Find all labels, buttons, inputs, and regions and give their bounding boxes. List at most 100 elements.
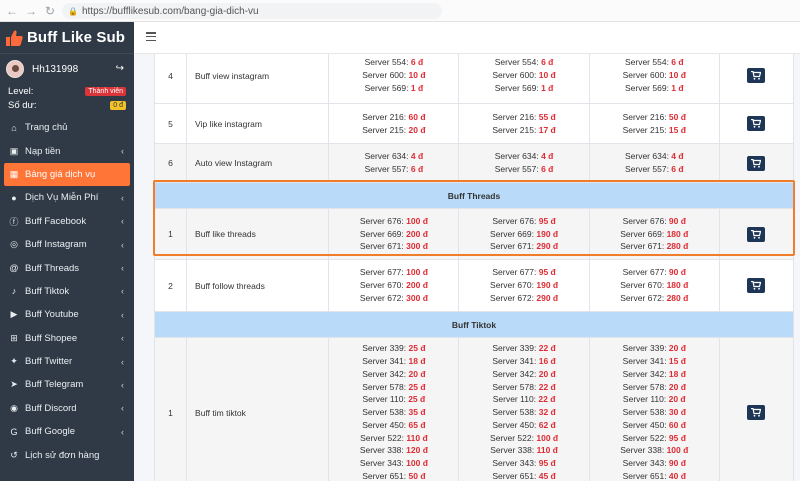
sidebar-item[interactable]: @ Buff Threads ‹ (0, 256, 134, 279)
price-line: Server 677: 95 đ (492, 267, 556, 278)
price-value: 200 đ (406, 280, 428, 291)
history-icon: ↺ (10, 449, 18, 460)
price-line: Server 600: 10 đ (362, 70, 426, 81)
price-line: Server 216: 55 đ (492, 111, 556, 122)
sidebar-item[interactable]: ⌂ Trang chủ (0, 116, 134, 139)
service-name: Buff like threads (186, 208, 330, 260)
price-value: 35 đ (408, 407, 426, 418)
sidebar-item[interactable]: G Buff Google ‹ (0, 420, 134, 443)
section-header-row: Buff Threads (154, 182, 794, 209)
server-label: Server 651 (362, 471, 404, 481)
server-label: Server 578 (492, 381, 534, 392)
discord-icon: ◉ (10, 402, 18, 413)
sidebar-item-label: Bảng giá dịch vụ (25, 168, 96, 180)
price-line: Server 215: 15 đ (622, 124, 686, 135)
price-line: Server 338: 120 đ (359, 445, 428, 456)
chevron-left-icon: ‹ (121, 146, 124, 157)
price-value: 18 đ (668, 368, 686, 379)
server-label: Server 554 (624, 57, 667, 68)
forward-icon[interactable]: → (24, 4, 38, 18)
logout-icon[interactable]: ↪ (116, 63, 124, 74)
server-label: Server 677 (492, 267, 534, 278)
sidebar-item[interactable]: ▣ Nạp tiền ‹ (0, 139, 134, 162)
address-bar[interactable]: 🔒 https://bufflikesub.com/bang-gia-dich-… (62, 3, 442, 19)
brand[interactable]: Buff Like Sub (0, 22, 134, 54)
chevron-left-icon: ‹ (121, 379, 124, 390)
price-line: Server 342: 20 đ (492, 368, 556, 379)
sidebar-item[interactable]: ♪ Buff Tiktok ‹ (0, 280, 134, 303)
server-label: Server 538 (362, 407, 404, 418)
price-value: 17 đ (538, 124, 556, 135)
chevron-left-icon: ‹ (121, 216, 124, 227)
server-label: Server 569 (364, 82, 407, 93)
price-cell: Server 677: 100 đ Server 670: 200 đ Server… (328, 259, 460, 312)
price-line: Server 522: 110 đ (360, 432, 428, 443)
price-value: 65 đ (408, 419, 426, 430)
cart-icon[interactable] (747, 226, 766, 242)
avatar[interactable] (6, 60, 24, 78)
row-index: 1 (153, 208, 188, 260)
price-line: Server 578: 20 đ (622, 381, 686, 392)
balance-label: Số dư: (8, 99, 37, 111)
price-line: Server 677: 90 đ (622, 267, 686, 278)
server-label: Server 554 (364, 57, 407, 68)
hamburger-menu-icon[interactable] (146, 32, 156, 41)
server-label: Server 669 (620, 228, 662, 239)
price-line: Server 341: 16 đ (492, 355, 556, 366)
level-row: Level: Thành viên (0, 84, 134, 98)
reload-icon[interactable]: ↻ (43, 4, 57, 18)
sidebar-item[interactable]: ▶ Buff Youtube ‹ (0, 303, 134, 326)
chevron-left-icon: ‹ (121, 286, 124, 297)
server-label: Server 676 (359, 215, 402, 226)
price-value: 6 đ (671, 164, 684, 174)
sidebar-item[interactable]: ↺ Lịch sử đơn hàng (0, 443, 134, 466)
server-label: Server 342 (622, 368, 665, 379)
sidebar-item[interactable]: ◉ Buff Discord ‹ (0, 397, 134, 420)
chevron-left-icon: ‹ (121, 333, 124, 344)
browser-toolbar: ← → ↻ 🔒 https://bufflikesub.com/bang-gia… (0, 0, 800, 22)
cart-icon[interactable] (747, 68, 766, 83)
server-label: Server 538 (492, 407, 534, 418)
price-line: Server 557: 6 đ (624, 164, 684, 174)
price-line: Server 522: 100 đ (490, 432, 559, 443)
server-label: Server 669 (359, 228, 402, 239)
sidebar-item[interactable]: ▦ Bảng giá dịch vụ (4, 162, 130, 187)
price-value: 90 đ (668, 215, 686, 226)
sidebar-item[interactable]: ✦ Buff Twitter ‹ (0, 350, 134, 373)
sidebar-item[interactable]: ⊞ Buff Shopee ‹ (0, 327, 134, 350)
sidebar-item[interactable]: ◎ Buff Instagram ‹ (0, 233, 134, 256)
row-index: 6 (153, 143, 188, 183)
price-value: 90 đ (668, 458, 686, 469)
server-label: Server 557 (494, 164, 537, 174)
price-line: Server 343: 95 đ (492, 458, 556, 469)
price-value: 110 đ (536, 445, 558, 456)
back-icon[interactable]: ← (5, 4, 19, 18)
price-line: Server 557: 6 đ (364, 164, 424, 174)
service-name: Buff view instagram (186, 54, 330, 104)
price-value: 180 đ (666, 228, 689, 239)
sidebar-item-label: Buff Twitter (25, 356, 73, 368)
server-label: Server 522 (490, 432, 532, 443)
cart-icon[interactable] (747, 116, 766, 131)
balance-row: Số dư: 0 đ (0, 98, 134, 112)
sidebar-menu: ⌂ Trang chủ ▣ Nạp tiền ‹ ▦ Bảng giá dịch vụ ● Dị… (0, 116, 134, 467)
server-label: Server 342 (362, 368, 404, 379)
server-label: Server 341 (492, 355, 534, 366)
cart-icon[interactable] (747, 155, 766, 171)
sidebar-item[interactable]: ➤ Buff Telegram ‹ (0, 373, 134, 396)
row-index: 1 (153, 337, 188, 481)
cart-icon[interactable] (747, 405, 766, 420)
server-label: Server 216 (362, 111, 404, 122)
price-value: 1 đ (541, 82, 554, 93)
sidebar-item[interactable]: ● Dịch Vụ Miễn Phí ‹ (0, 186, 134, 209)
price-value: 22 đ (538, 381, 556, 392)
server-label: Server 450 (492, 419, 534, 430)
price-line: Server 110: 22 đ (492, 394, 556, 405)
price-value: 25 đ (408, 394, 426, 405)
server-label: Server 522 (360, 432, 402, 443)
server-label: Server 672 (490, 292, 532, 303)
cart-icon[interactable] (747, 278, 766, 293)
server-label: Server 522 (622, 432, 665, 443)
sidebar: Buff Like Sub Hh131998 ↪ Level: Thành vi… (0, 22, 134, 481)
sidebar-item[interactable]: ⓕ Buff Facebook ‹ (0, 210, 134, 233)
